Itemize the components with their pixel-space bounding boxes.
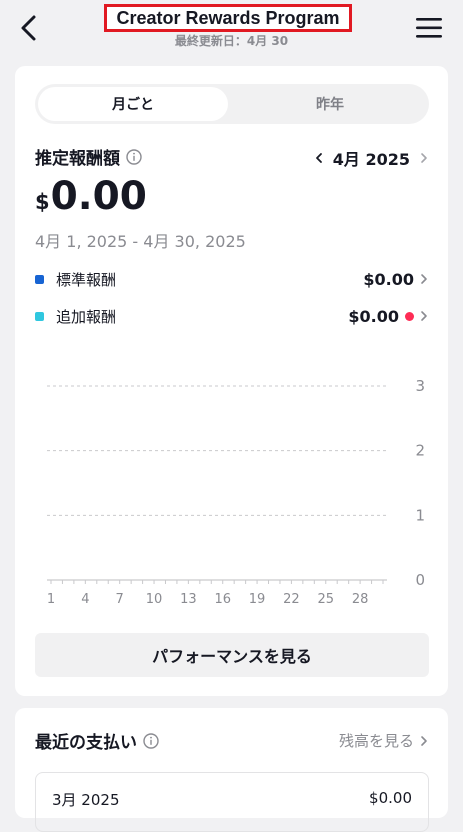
rewards-chart: 0 1 2 3 1 4 7 10 13 16 19 22 25 28 (47, 377, 425, 607)
x-tick-label: 1 (47, 592, 55, 607)
standard-rewards-value-group: $0.00 (363, 270, 430, 289)
payment-row[interactable]: 3月 2025 $0.00 (35, 772, 429, 832)
tab-monthly[interactable]: 月ごと (38, 87, 228, 121)
x-tick-label: 22 (283, 592, 300, 607)
standard-rewards-label: 標準報酬 (56, 270, 117, 289)
x-tick-label: 10 (146, 592, 163, 607)
additional-rewards-label: 追加報酬 (56, 307, 117, 326)
last-updated-text: 最終更新日：4月 30 (174, 34, 289, 48)
y-tick-label: 3 (415, 377, 425, 395)
top-bar: Creator Rewards Program 最終更新日：4月 30 (0, 0, 463, 62)
x-tick-label: 16 (214, 592, 231, 607)
notification-dot (405, 311, 414, 321)
additional-rewards-value-group: $0.00 (348, 307, 430, 326)
recent-payments-label: 最近の支払い (35, 733, 137, 753)
info-icon[interactable] (126, 148, 142, 165)
chevron-right-icon (421, 311, 427, 321)
additional-rewards-row[interactable]: 追加報酬 $0.00 (35, 303, 430, 329)
y-tick-label: 2 (415, 442, 425, 460)
estimated-rewards-card: 月ごと 昨年 推定報酬額 4月 2025 $ 0.00 4月 1, 2025 -… (15, 66, 448, 696)
standard-legend-swatch (35, 274, 44, 284)
period-segmented-control: 月ごと 昨年 (35, 84, 429, 124)
y-tick-label: 1 (415, 506, 425, 524)
menu-icon[interactable] (414, 14, 444, 42)
chevron-right-icon (421, 274, 427, 284)
tab-last-year[interactable]: 昨年 (235, 87, 425, 121)
view-performance-button[interactable]: パフォーマンスを見る (35, 633, 429, 677)
recent-payments-card: 最近の支払い 残高を見る 3月 2025 $0.00 (15, 708, 448, 832)
info-icon[interactable] (143, 732, 159, 749)
standard-rewards-value: $0.00 (363, 269, 414, 289)
month-label: 4月 2025 (332, 150, 410, 169)
x-tick-label: 13 (180, 592, 197, 607)
month-navigator: 4月 2025 (313, 146, 430, 170)
view-balance-label: 残高を見る (338, 732, 414, 750)
y-tick-label: 0 (415, 571, 425, 589)
additional-rewards-value: $0.00 (348, 306, 399, 326)
chevron-right-icon (421, 735, 427, 746)
chevron-right-icon[interactable] (418, 152, 430, 164)
recent-payments-heading: 最近の支払い (35, 728, 159, 753)
x-tick-label: 19 (249, 592, 266, 607)
x-tick-label: 7 (116, 592, 124, 607)
estimated-rewards-heading: 推定報酬額 (35, 144, 142, 169)
currency-symbol: $ (35, 190, 50, 214)
x-tick-label: 28 (352, 592, 369, 607)
estimated-rewards-label: 推定報酬額 (35, 149, 120, 169)
chevron-left-icon[interactable] (313, 152, 325, 164)
x-tick-label: 25 (317, 592, 334, 607)
view-balance-link[interactable]: 残高を見る (339, 730, 430, 751)
standard-rewards-row[interactable]: 標準報酬 $0.00 (35, 266, 430, 292)
amount-value: 0.00 (50, 174, 147, 219)
date-range: 4月 1, 2025 - 4月 30, 2025 (35, 232, 246, 251)
payment-amount: $0.00 (369, 789, 412, 807)
additional-legend-swatch (35, 311, 44, 321)
x-tick-label: 4 (81, 592, 89, 607)
estimated-amount: $ 0.00 (35, 174, 147, 220)
page-title: Creator Rewards Program (104, 4, 352, 32)
